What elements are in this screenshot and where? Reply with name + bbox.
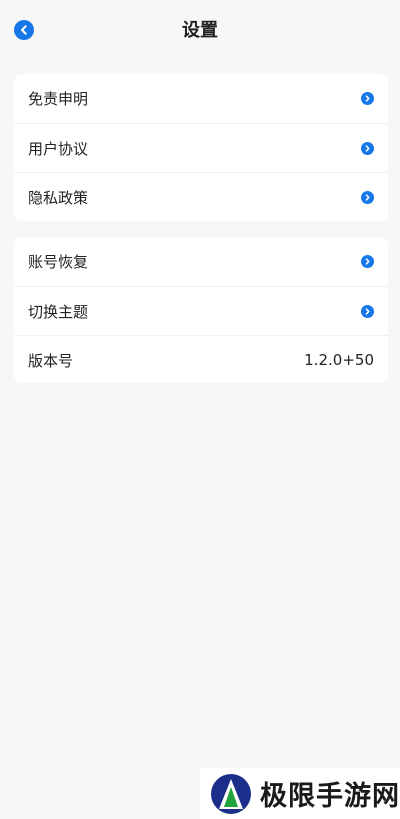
settings-screen: 设置 免责申明 用户协议 隐私政策 账号恢复 切换主题 版本号 1.2.0+50… bbox=[0, 0, 400, 819]
row-user-agreement[interactable]: 用户协议 bbox=[14, 123, 388, 172]
row-account-recovery[interactable]: 账号恢复 bbox=[14, 237, 388, 286]
settings-group-legal: 免责申明 用户协议 隐私政策 bbox=[14, 74, 388, 221]
version-value: 1.2.0+50 bbox=[304, 351, 374, 369]
row-label: 版本号 bbox=[28, 351, 74, 370]
chevron-right-icon bbox=[361, 92, 374, 105]
chevron-right-icon bbox=[361, 190, 374, 204]
row-switch-theme[interactable]: 切换主题 bbox=[14, 286, 388, 335]
row-label: 切换主题 bbox=[28, 302, 89, 321]
row-label: 账号恢复 bbox=[28, 253, 89, 271]
watermark-text: 极限手游网 bbox=[260, 781, 400, 812]
row-label: 隐私政策 bbox=[28, 188, 89, 207]
page-title: 设置 bbox=[182, 20, 218, 41]
watermark-logo-icon bbox=[211, 773, 251, 814]
row-privacy-policy[interactable]: 隐私政策 bbox=[14, 172, 388, 221]
row-label: 免责申明 bbox=[28, 90, 89, 108]
settings-group-account: 账号恢复 切换主题 版本号 1.2.0+50 bbox=[14, 237, 388, 383]
row-version: 版本号 1.2.0+50 bbox=[14, 335, 388, 384]
row-label: 用户协议 bbox=[28, 139, 89, 158]
nav-bar: 设置 bbox=[0, 0, 400, 62]
row-disclaimer[interactable]: 免责申明 bbox=[14, 74, 388, 123]
chevron-right-icon bbox=[361, 304, 374, 318]
chevron-right-icon bbox=[361, 255, 374, 268]
watermark: 极限手游网 bbox=[200, 768, 400, 819]
chevron-right-icon bbox=[361, 141, 374, 155]
